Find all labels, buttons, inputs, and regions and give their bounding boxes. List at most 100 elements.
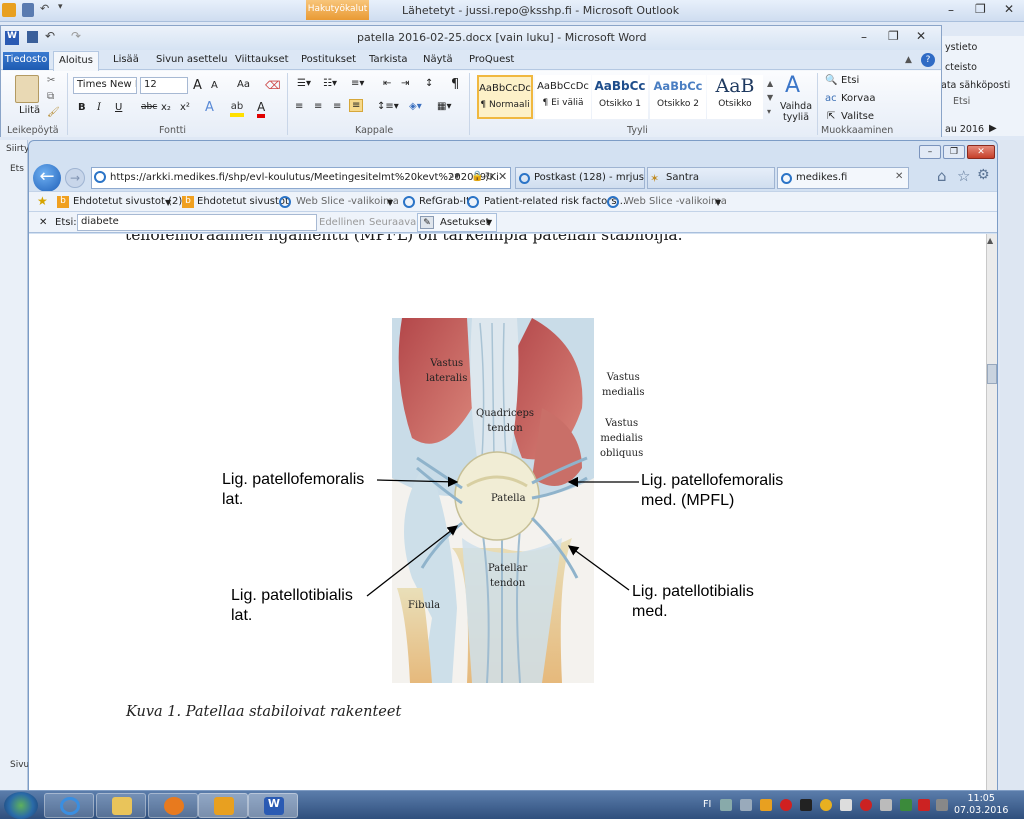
bold-button[interactable]: B xyxy=(78,102,86,113)
qat-dropdown-icon[interactable]: ▾ xyxy=(58,2,63,12)
tray-icon[interactable] xyxy=(800,799,812,811)
favorite-link[interactable]: Patient-related risk factors... xyxy=(484,196,626,207)
taskbar-explorer[interactable] xyxy=(96,793,146,818)
settings-gear-icon[interactable]: ⚙ xyxy=(977,167,990,183)
select-icon[interactable]: ⇱ xyxy=(827,111,835,122)
increase-indent-icon[interactable]: ⇥ xyxy=(401,78,409,89)
text-effects-icon[interactable]: A xyxy=(205,100,214,115)
nav-go-label[interactable]: Siirty xyxy=(6,144,29,154)
word-app-icon[interactable]: W xyxy=(5,31,19,45)
close-icon[interactable]: ✕ xyxy=(967,145,995,159)
paste-button[interactable]: Liitä xyxy=(19,105,40,116)
outlook-tray-icon[interactable] xyxy=(760,799,772,811)
dropdown-icon[interactable]: ▼ xyxy=(165,198,171,207)
style-normal[interactable]: AaBbCcDc ¶ Normaali xyxy=(477,75,533,119)
tab-references[interactable]: Viittaukset xyxy=(235,54,289,65)
change-styles-button[interactable]: Vaihda tyyliä xyxy=(779,101,813,123)
maximize-icon[interactable]: ❐ xyxy=(975,2,986,16)
borders-icon[interactable]: ▦▾ xyxy=(437,101,451,112)
home-icon[interactable]: ⌂ xyxy=(937,167,947,185)
security-tray-icon[interactable] xyxy=(780,799,792,811)
styles-scroll-icon[interactable]: ▲ ▼ ▾ xyxy=(767,77,773,119)
replace-icon[interactable]: ac xyxy=(825,93,837,104)
select-button[interactable]: Valitse xyxy=(841,111,874,122)
change-styles-icon[interactable]: A xyxy=(785,73,800,98)
favorites-icon[interactable]: ★ xyxy=(37,194,48,208)
style-heading-1[interactable]: AaBbCc Otsikko 1 xyxy=(592,75,648,119)
nav-search-label[interactable]: Ets xyxy=(10,164,24,174)
tab-home[interactable]: Aloitus xyxy=(53,51,99,71)
grow-font-button[interactable]: A xyxy=(193,78,202,93)
numbering-icon[interactable]: ☷▾ xyxy=(323,78,337,89)
tray-icon[interactable] xyxy=(918,799,930,811)
close-tab-icon[interactable]: ✕ xyxy=(895,171,903,182)
tray-icon[interactable] xyxy=(880,799,892,811)
vertical-scrollbar[interactable]: ▲ xyxy=(987,234,997,791)
browser-tab[interactable]: Postkast (128) - mrjussir... xyxy=(515,167,645,189)
find-previous-button[interactable]: Edellinen xyxy=(319,217,365,228)
save-icon[interactable] xyxy=(22,3,34,17)
next-arrow-icon[interactable]: ▶ xyxy=(989,123,997,134)
search-icon[interactable]: ⌕▾ xyxy=(449,171,460,182)
multilevel-list-icon[interactable]: ≡▾ xyxy=(351,78,364,89)
forward-button[interactable]: → xyxy=(65,168,85,188)
tray-icon[interactable] xyxy=(720,799,732,811)
language-indicator[interactable]: FI xyxy=(703,799,711,810)
close-icon[interactable]: ✕ xyxy=(1004,2,1014,16)
align-right-icon[interactable]: ≡ xyxy=(333,101,341,112)
favorites-star-icon[interactable]: ☆ xyxy=(957,167,970,185)
outlook-app-icon[interactable] xyxy=(2,3,16,17)
dropdown-icon[interactable]: ▼ xyxy=(387,198,393,207)
font-name-input[interactable]: Times New Ro xyxy=(73,77,137,94)
taskbar-word[interactable]: W xyxy=(248,793,298,818)
stop-icon[interactable]: ✕ xyxy=(498,170,507,183)
scroll-up-icon[interactable]: ▲ xyxy=(987,236,993,245)
change-case-button[interactable]: Aa xyxy=(237,79,250,90)
maximize-icon[interactable]: ❐ xyxy=(888,29,899,43)
undo-icon[interactable]: ↶ xyxy=(40,2,49,15)
subscript-button[interactable]: x₂ xyxy=(161,102,171,113)
clear-format-icon[interactable]: ⌫ xyxy=(265,79,281,92)
favorite-link[interactable]: Web Slice -valikoima xyxy=(296,196,399,207)
strikethrough-button[interactable]: abc xyxy=(141,102,157,112)
find-next-button[interactable]: Seuraava xyxy=(369,217,416,228)
taskbar-outlook[interactable] xyxy=(198,793,248,818)
format-painter-icon[interactable]: 🖌 xyxy=(47,107,60,118)
justify-icon[interactable]: ≡ xyxy=(349,99,364,112)
close-find-icon[interactable]: ✕ xyxy=(39,217,47,228)
style-no-spacing[interactable]: AaBbCcDc ¶ Ei väliä xyxy=(535,75,591,119)
underline-button[interactable]: U xyxy=(115,102,122,113)
redo-icon[interactable]: ↷ xyxy=(71,29,81,43)
italic-button[interactable]: I xyxy=(97,102,101,113)
decrease-indent-icon[interactable]: ⇤ xyxy=(383,78,391,89)
minimize-icon[interactable]: – xyxy=(861,30,867,44)
tab-insert[interactable]: Lisää xyxy=(113,54,139,65)
highlight-icon[interactable]: ab xyxy=(230,101,244,117)
cut-icon[interactable]: ✂ xyxy=(47,75,55,86)
minimize-icon[interactable]: – xyxy=(919,145,941,159)
copy-icon[interactable]: ⧉ xyxy=(47,91,54,102)
tray-icon[interactable] xyxy=(820,799,832,811)
filter-email-label[interactable]: ata sähköposti xyxy=(941,80,1010,91)
outlook-side-scrollbar[interactable] xyxy=(1000,140,1024,790)
tab-file[interactable]: Tiedosto xyxy=(3,52,49,70)
browser-tab[interactable]: Santra xyxy=(647,167,775,189)
find-options-button[interactable]: ✎ Asetukset ▼ xyxy=(417,213,497,232)
tray-icon[interactable] xyxy=(936,799,948,811)
find-input[interactable]: diabete xyxy=(77,214,317,231)
font-color-icon[interactable]: A xyxy=(257,100,266,118)
shrink-font-button[interactable]: A xyxy=(211,80,218,91)
favorite-link[interactable]: Ehdotetut sivustot xyxy=(197,196,289,207)
taskbar-media[interactable] xyxy=(148,793,198,818)
volume-icon[interactable] xyxy=(840,799,852,811)
refresh-icon[interactable]: ↻ xyxy=(485,170,494,183)
find-icon[interactable]: 🔍 xyxy=(825,75,837,86)
browser-tab-active[interactable]: medikes.fi xyxy=(777,167,909,189)
style-title[interactable]: AaB Otsikko xyxy=(707,75,763,119)
favorite-link[interactable]: RefGrab-It xyxy=(419,196,470,207)
save-icon[interactable] xyxy=(27,31,38,43)
undo-icon[interactable]: ↶ xyxy=(45,29,55,43)
style-heading-2[interactable]: AaBbCc Otsikko 2 xyxy=(650,75,706,119)
tab-proquest[interactable]: ProQuest xyxy=(469,54,514,65)
find-button[interactable]: Etsi xyxy=(841,75,859,86)
